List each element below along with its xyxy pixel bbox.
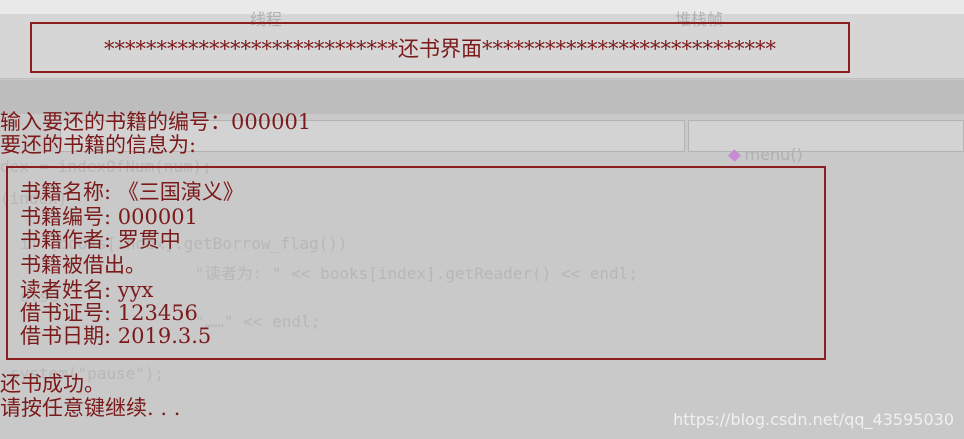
function-combo-label: menu() bbox=[744, 145, 803, 164]
ide-function-combo: menu() bbox=[688, 120, 964, 164]
function-icon bbox=[727, 149, 741, 162]
return-result: 还书成功。 bbox=[0, 372, 105, 396]
borrow-date: 借书日期: 2019.3.5 bbox=[20, 324, 212, 348]
book-status: 书籍被借出。 bbox=[20, 253, 146, 277]
console-title: ****************************还书界面********… bbox=[104, 36, 776, 61]
reader-name: 读者姓名: yyx bbox=[20, 278, 154, 302]
book-author: 书籍作者: 罗贯中 bbox=[20, 228, 181, 252]
book-number: 书籍编号: 000001 bbox=[20, 205, 198, 229]
continue-prompt: 请按任意键继续. . . bbox=[0, 396, 181, 420]
book-name: 书籍名称: 《三国演义》 bbox=[20, 180, 244, 204]
ide-tab-bar bbox=[0, 80, 964, 114]
info-header: 要还的书籍的信息为: bbox=[0, 133, 197, 157]
watermark: https://blog.csdn.net/qq_43595030 bbox=[673, 410, 954, 429]
library-card-number: 借书证号: 123456 bbox=[20, 301, 198, 325]
return-prompt: 输入要还的书籍的编号：000001 bbox=[0, 110, 312, 134]
ide-top-strip bbox=[0, 0, 964, 14]
